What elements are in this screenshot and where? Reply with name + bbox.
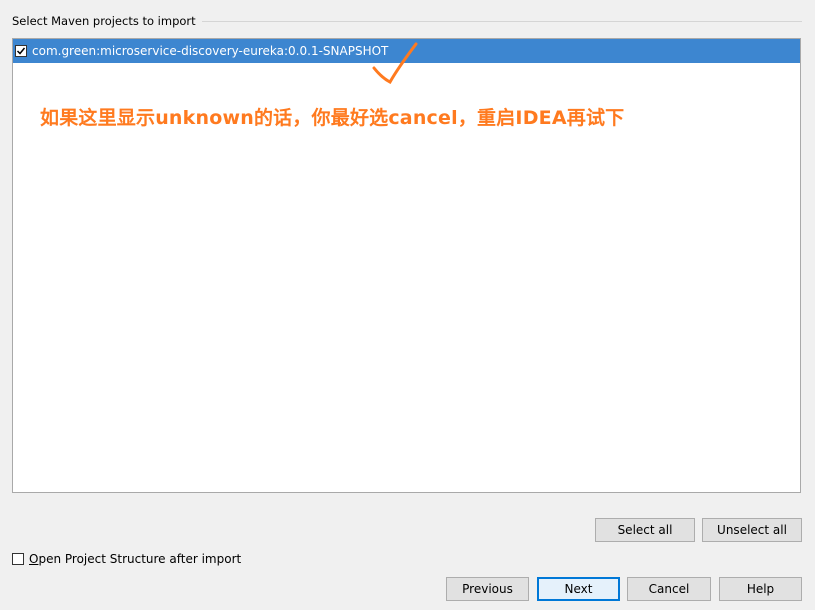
previous-button[interactable]: Previous — [446, 577, 529, 601]
next-button[interactable]: Next — [537, 577, 620, 601]
check-icon — [16, 47, 26, 55]
group-title: Select Maven projects to import — [12, 14, 202, 28]
open-structure-checkbox[interactable] — [12, 553, 24, 565]
open-structure-option[interactable]: Open Project Structure after import — [12, 552, 241, 566]
help-button[interactable]: Help — [719, 577, 802, 601]
open-structure-label: Open Project Structure after import — [29, 552, 241, 566]
project-checkbox[interactable] — [15, 45, 27, 57]
cancel-button[interactable]: Cancel — [627, 577, 711, 601]
project-label: com.green:microservice-discovery-eureka:… — [32, 44, 389, 58]
unselect-all-button[interactable]: Unselect all — [702, 518, 802, 542]
handwritten-check-icon — [372, 42, 418, 84]
annotation-text: 如果这里显示unknown的话，你最好选cancel，重启IDEA再试下 — [40, 107, 625, 129]
open-structure-label-rest: pen Project Structure after import — [38, 552, 242, 566]
select-all-button[interactable]: Select all — [595, 518, 695, 542]
